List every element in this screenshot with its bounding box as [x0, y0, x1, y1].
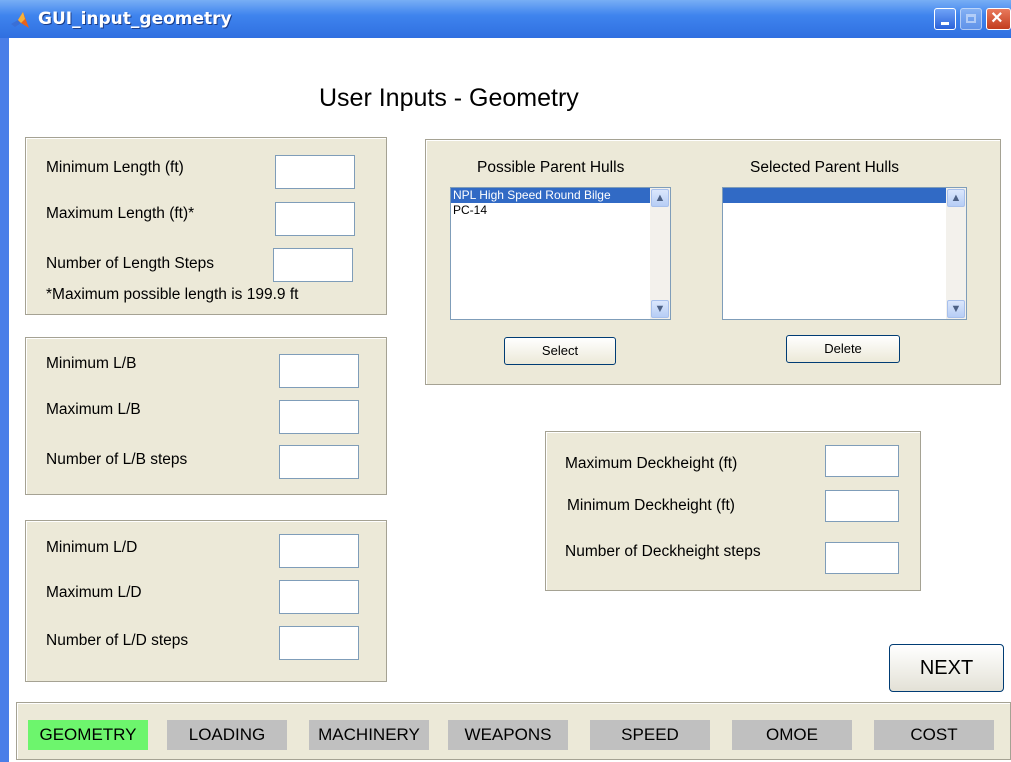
window-frame-left [0, 38, 9, 762]
possible-hulls-label: Possible Parent Hulls [477, 159, 625, 176]
parent-hulls-panel: Possible Parent Hulls Selected Parent Hu… [425, 139, 1001, 385]
scroll-down-icon[interactable]: ▼ [651, 300, 669, 318]
length-steps-label: Number of Length Steps [46, 255, 215, 272]
min-ld-label: Minimum L/D [46, 539, 138, 556]
selected-hulls-scrollbar[interactable]: ▲ ▼ [946, 188, 966, 319]
deckheight-panel: Maximum Deckheight (ft) Minimum Deckheig… [545, 431, 921, 591]
max-lb-label: Maximum L/B [46, 401, 141, 418]
tab-loading[interactable]: LOADING [167, 720, 287, 750]
lb-steps-label: Number of L/B steps [46, 451, 188, 468]
delete-button[interactable]: Delete [786, 335, 900, 363]
tab-speed[interactable]: SPEED [590, 720, 710, 750]
max-ld-label: Maximum L/D [46, 584, 142, 601]
window-titlebar[interactable]: GUI_input_geometry × [0, 0, 1011, 38]
max-length-input[interactable] [275, 202, 355, 236]
tab-omoe[interactable]: OMOE [732, 720, 852, 750]
length-panel: Minimum Length (ft) Maximum Length (ft)*… [25, 137, 387, 315]
close-button[interactable]: × [986, 7, 1011, 30]
max-length-label: Maximum Length (ft)* [46, 205, 195, 222]
min-deckheight-label: Minimum Deckheight (ft) [567, 497, 735, 514]
deckheight-steps-input[interactable] [825, 542, 899, 574]
ld-steps-input[interactable] [279, 626, 359, 660]
max-length-note: *Maximum possible length is 199.9 ft [46, 286, 299, 303]
deckheight-steps-label: Number of Deckheight steps [565, 543, 761, 560]
list-item[interactable]: PC-14 [451, 203, 670, 218]
tab-machinery[interactable]: MACHINERY [309, 720, 429, 750]
page-title: User Inputs - Geometry [319, 84, 579, 112]
length-steps-input[interactable] [273, 248, 353, 282]
max-lb-input[interactable] [279, 400, 359, 434]
tab-weapons[interactable]: WEAPONS [448, 720, 568, 750]
max-deckheight-label: Maximum Deckheight (ft) [565, 455, 738, 472]
next-button[interactable]: NEXT [889, 644, 1004, 692]
possible-hulls-scrollbar[interactable]: ▲ ▼ [650, 188, 670, 319]
ld-steps-label: Number of L/D steps [46, 632, 189, 649]
navigation-bar: GEOMETRY LOADING MACHINERY WEAPONS SPEED… [16, 702, 1011, 760]
min-ld-input[interactable] [279, 534, 359, 568]
close-icon: × [991, 7, 1003, 29]
min-lb-label: Minimum L/B [46, 355, 137, 372]
tab-geometry[interactable]: GEOMETRY [28, 720, 148, 750]
min-length-input[interactable] [275, 155, 355, 189]
select-button[interactable]: Select [504, 337, 616, 365]
minimize-button[interactable] [934, 8, 956, 30]
min-lb-input[interactable] [279, 354, 359, 388]
selected-hulls-label: Selected Parent Hulls [750, 159, 900, 176]
maximize-button[interactable] [960, 8, 982, 30]
min-deckheight-input[interactable] [825, 490, 899, 522]
possible-hulls-listbox[interactable]: NPL High Speed Round Bilge PC-14 ▲ ▼ [450, 187, 671, 320]
scroll-up-icon[interactable]: ▲ [651, 189, 669, 207]
selected-hulls-listbox[interactable]: ▲ ▼ [722, 187, 967, 320]
lb-steps-input[interactable] [279, 445, 359, 479]
window-title: GUI_input_geometry [38, 9, 232, 29]
max-ld-input[interactable] [279, 580, 359, 614]
scroll-up-icon[interactable]: ▲ [947, 189, 965, 207]
lb-panel: Minimum L/B Maximum L/B Number of L/B st… [25, 337, 387, 495]
scroll-down-icon[interactable]: ▼ [947, 300, 965, 318]
list-item[interactable] [723, 188, 966, 203]
list-item[interactable]: NPL High Speed Round Bilge [451, 188, 670, 203]
max-deckheight-input[interactable] [825, 445, 899, 477]
matlab-icon [11, 12, 29, 28]
min-length-label: Minimum Length (ft) [46, 159, 184, 176]
ld-panel: Minimum L/D Maximum L/D Number of L/D st… [25, 520, 387, 682]
tab-cost[interactable]: COST [874, 720, 994, 750]
